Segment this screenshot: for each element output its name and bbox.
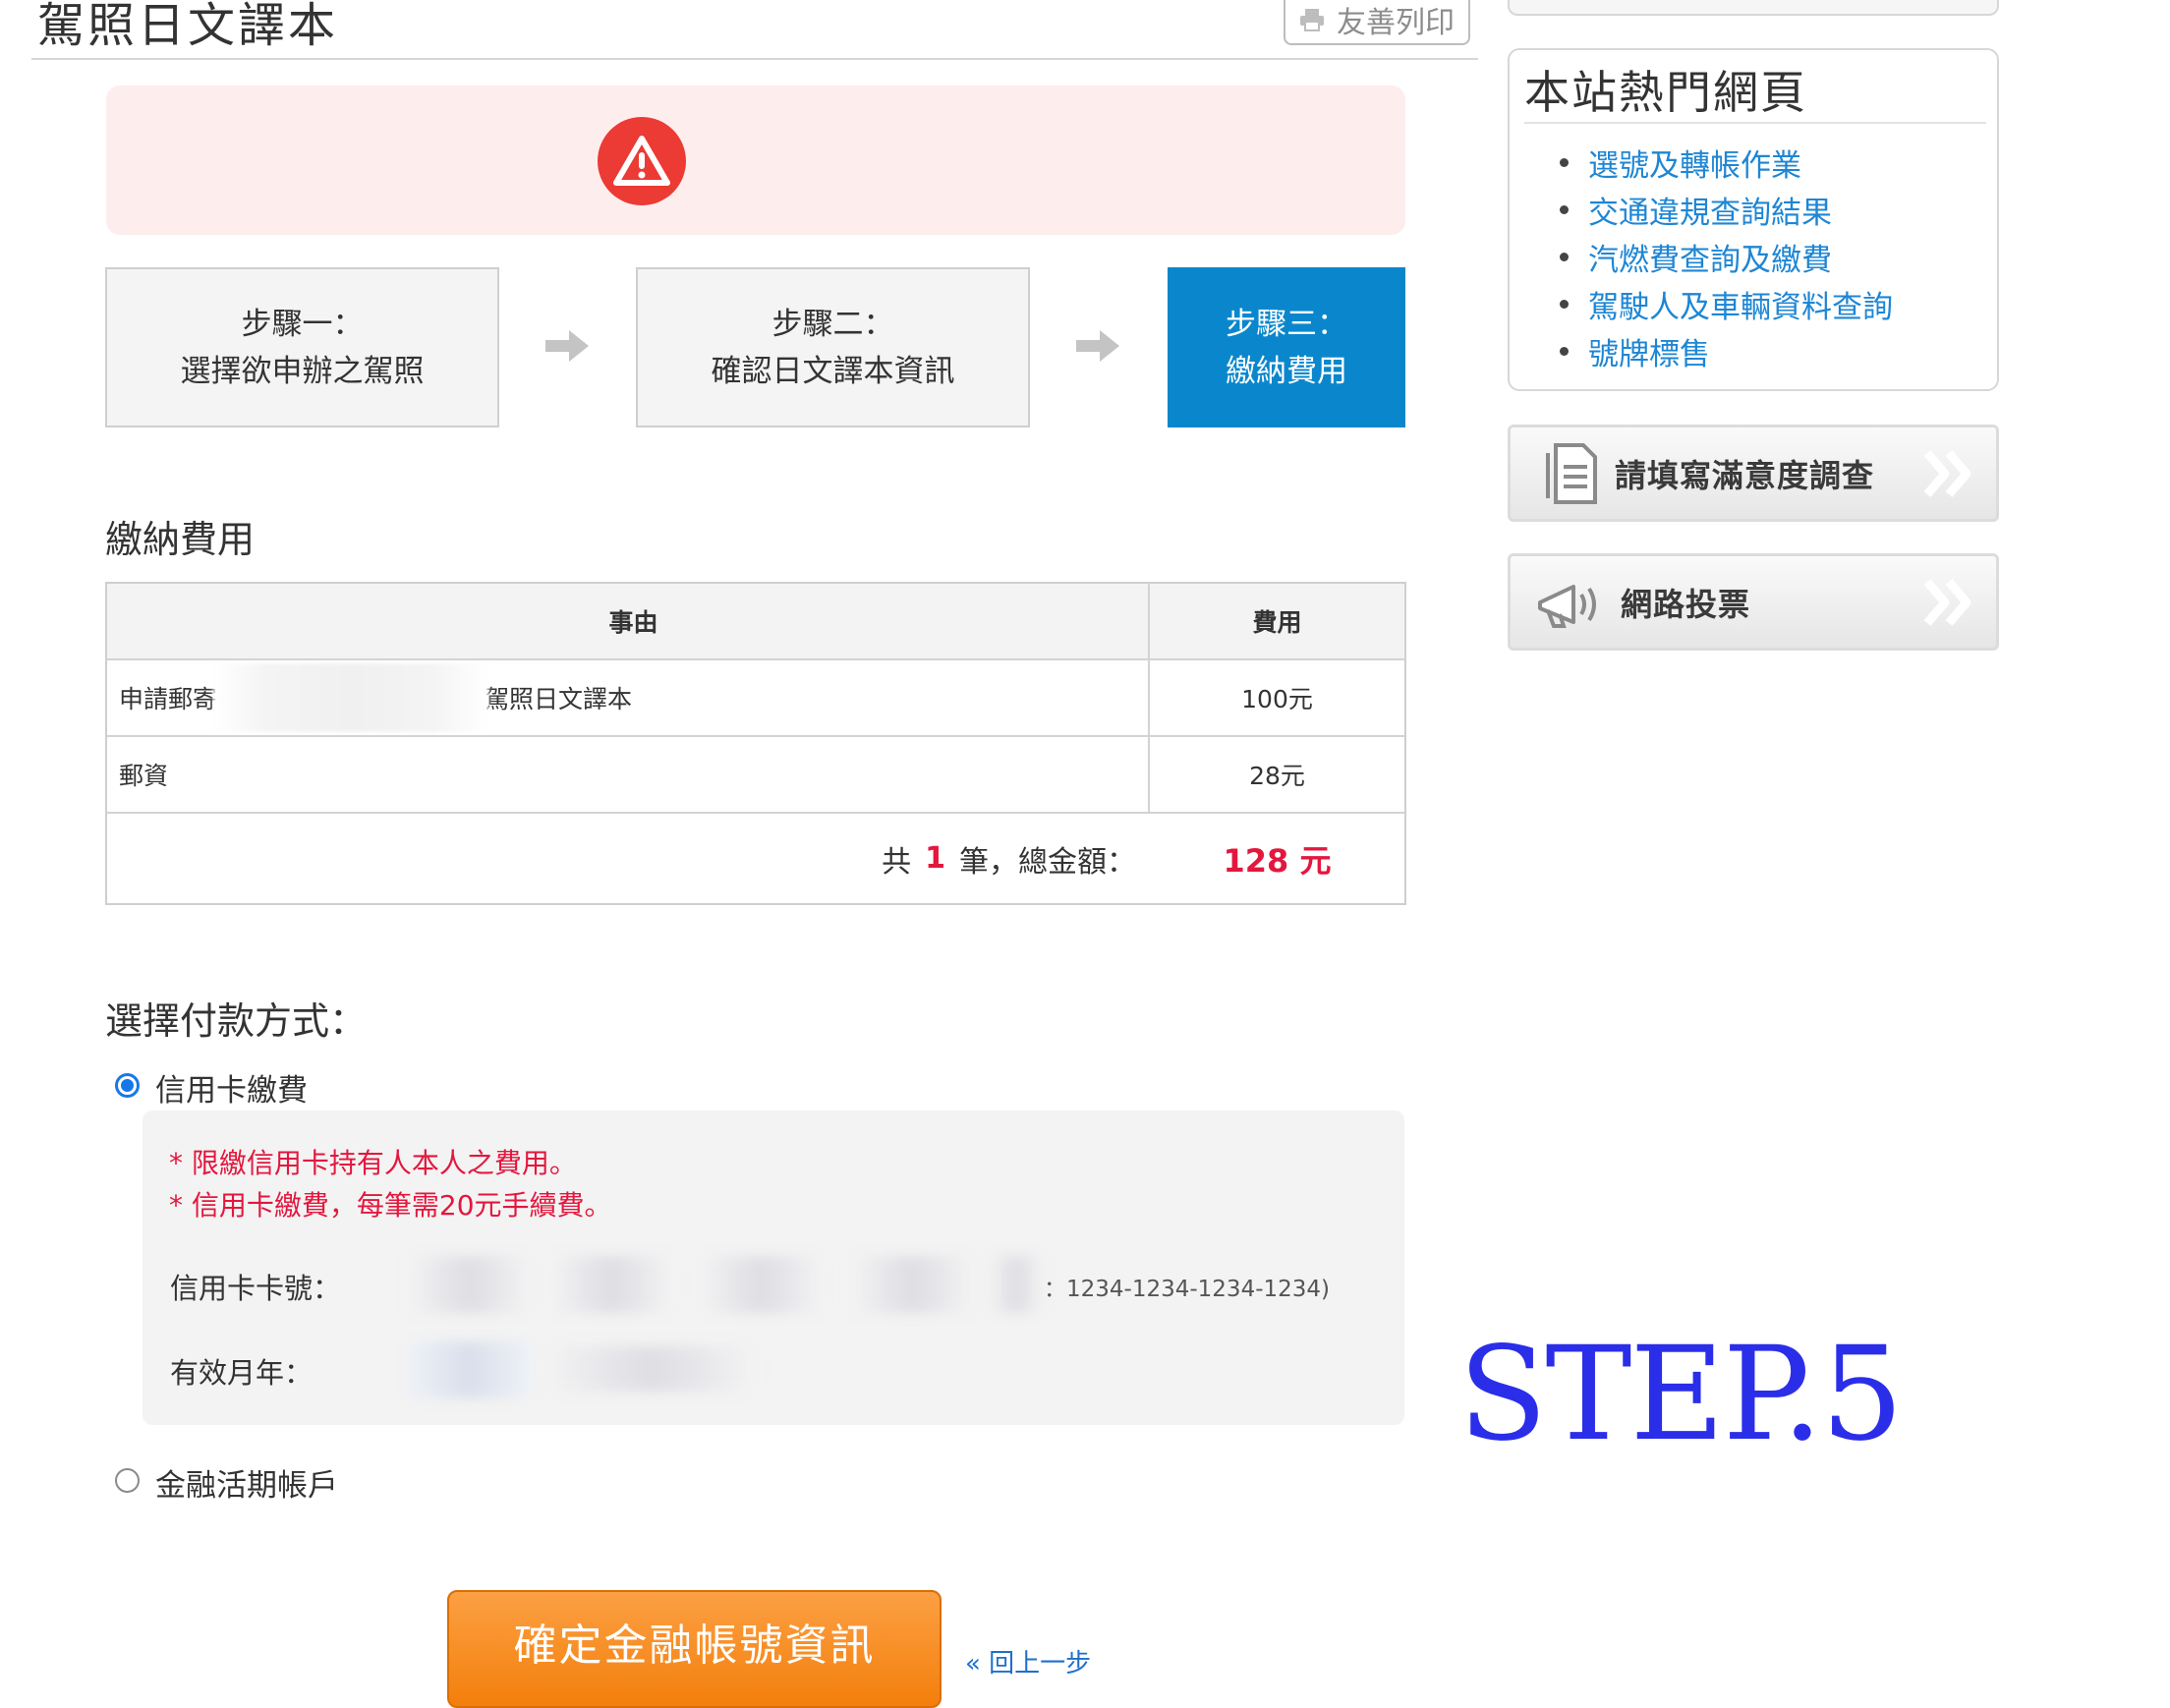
- fee-table: 事由 費用 申請郵寄 駕照日文譯本 100元 郵資 28元 共 1 筆，總金額：…: [105, 582, 1406, 905]
- column-header-reason: 事由: [107, 584, 1150, 658]
- print-label: 友善列印: [1337, 6, 1455, 40]
- expiry-label: 有效月年：: [170, 1356, 314, 1390]
- payment-heading: 選擇付款方式：: [105, 999, 368, 1043]
- double-chevron-right-icon: [1923, 450, 1971, 497]
- arrow-right-icon: [545, 330, 589, 362]
- reason-suffix: 駕照日文譯本: [485, 685, 633, 713]
- arrow-right-icon: [1076, 330, 1119, 362]
- survey-button[interactable]: 請填寫滿意度調查: [1508, 425, 1999, 522]
- bank-account-option-label[interactable]: 金融活期帳戶: [155, 1460, 338, 1505]
- hot-link-plate-auction[interactable]: 號牌標售: [1560, 327, 1893, 374]
- step-one-desc: 選擇欲申辦之駕照: [180, 353, 425, 389]
- step-two: 步驟二： 確認日文譯本資訊: [636, 267, 1030, 427]
- hot-link-plate-selection[interactable]: 選號及轉帳作業: [1560, 139, 1893, 186]
- total-label: 筆，總金額：: [959, 844, 1136, 880]
- total-prefix: 共: [882, 844, 912, 880]
- card-number-hint: ：1234-1234-1234-1234): [1044, 1277, 1331, 1302]
- step-annotation: STEP.5: [1458, 1319, 1904, 1470]
- step-two-title: 步驟二：: [771, 306, 894, 342]
- redacted-region: [213, 663, 489, 732]
- online-vote-button[interactable]: 網路投票: [1508, 553, 1999, 651]
- credit-card-radio[interactable]: [115, 1073, 140, 1098]
- card-number-input-3[interactable]: [700, 1256, 823, 1313]
- fee-value: 28元: [1249, 762, 1305, 790]
- megaphone-icon: [1538, 584, 1596, 628]
- print-button[interactable]: 友善列印: [1284, 0, 1470, 45]
- reason-text: 郵資: [107, 737, 1150, 812]
- column-header-fee: 費用: [1150, 584, 1404, 658]
- card-number-input-4[interactable]: [851, 1256, 974, 1313]
- printer-icon: [1300, 9, 1324, 31]
- fee-value: 100元: [1241, 685, 1313, 713]
- hot-pages-divider: [1524, 122, 1986, 124]
- fee-heading: 繳納費用: [105, 518, 256, 561]
- online-vote-label: 網路投票: [1621, 585, 1751, 623]
- confirm-bank-account-button[interactable]: 確定金融帳號資訊: [447, 1590, 942, 1708]
- document-icon: [1546, 442, 1597, 504]
- expiry-year-select[interactable]: [545, 1346, 757, 1392]
- table-header-row: 事由 費用: [107, 584, 1404, 660]
- step-three: 步驟三： 繳納費用: [1168, 267, 1405, 427]
- table-row: 郵資 28元: [107, 737, 1404, 814]
- reason-prefix: 申請郵寄: [119, 685, 218, 713]
- step-one: 步驟一： 選擇欲申辦之駕照: [105, 267, 499, 427]
- card-number-input-1[interactable]: [408, 1256, 531, 1313]
- bank-account-radio[interactable]: [115, 1468, 140, 1493]
- back-link[interactable]: « 回上一步: [965, 1643, 1091, 1680]
- warning-icon: [598, 117, 686, 205]
- credit-card-note-2: * 信用卡繳費，每筆需20元手續費。: [169, 1189, 612, 1222]
- expiry-month-select[interactable]: [408, 1341, 531, 1398]
- hot-link-fuel-fee[interactable]: 汽燃費查詢及繳費: [1560, 233, 1893, 280]
- total-amount: 128 元: [1223, 841, 1332, 880]
- credit-card-note-1: * 限繳信用卡持有人本人之費用。: [169, 1147, 577, 1179]
- step-three-desc: 繳納費用: [1226, 353, 1347, 389]
- card-number-input-2[interactable]: [550, 1256, 673, 1313]
- table-row: 申請郵寄 駕照日文譯本 100元: [107, 660, 1404, 737]
- hot-link-violation-query[interactable]: 交通違規查詢結果: [1560, 186, 1893, 233]
- step-two-desc: 確認日文譯本資訊: [711, 353, 955, 389]
- card-number-label: 信用卡卡號：: [170, 1272, 342, 1305]
- hot-pages-title: 本站熱門網頁: [1524, 66, 1807, 119]
- total-count: 1: [925, 841, 945, 876]
- page-title: 駕照日文譯本: [37, 0, 339, 53]
- credit-card-option-label[interactable]: 信用卡繳費: [155, 1065, 308, 1110]
- title-divider: [31, 58, 1478, 60]
- double-chevron-right-icon: [1923, 579, 1971, 626]
- hot-pages-list: 選號及轉帳作業 交通違規查詢結果 汽燃費查詢及繳費 駕駛人及車輛資料查詢 號牌標…: [1560, 139, 1893, 374]
- sidebar-top-panel: [1508, 0, 1999, 16]
- hot-link-driver-vehicle-query[interactable]: 駕駛人及車輛資料查詢: [1560, 280, 1893, 327]
- step-three-title: 步驟三：: [1226, 306, 1347, 342]
- step-one-title: 步驟一：: [241, 306, 364, 342]
- survey-label: 請填寫滿意度調查: [1615, 456, 1875, 494]
- total-row: 共 1 筆，總金額： 128 元: [107, 814, 1404, 903]
- alert-banner: [106, 85, 1405, 235]
- redacted-region: [989, 1256, 1044, 1313]
